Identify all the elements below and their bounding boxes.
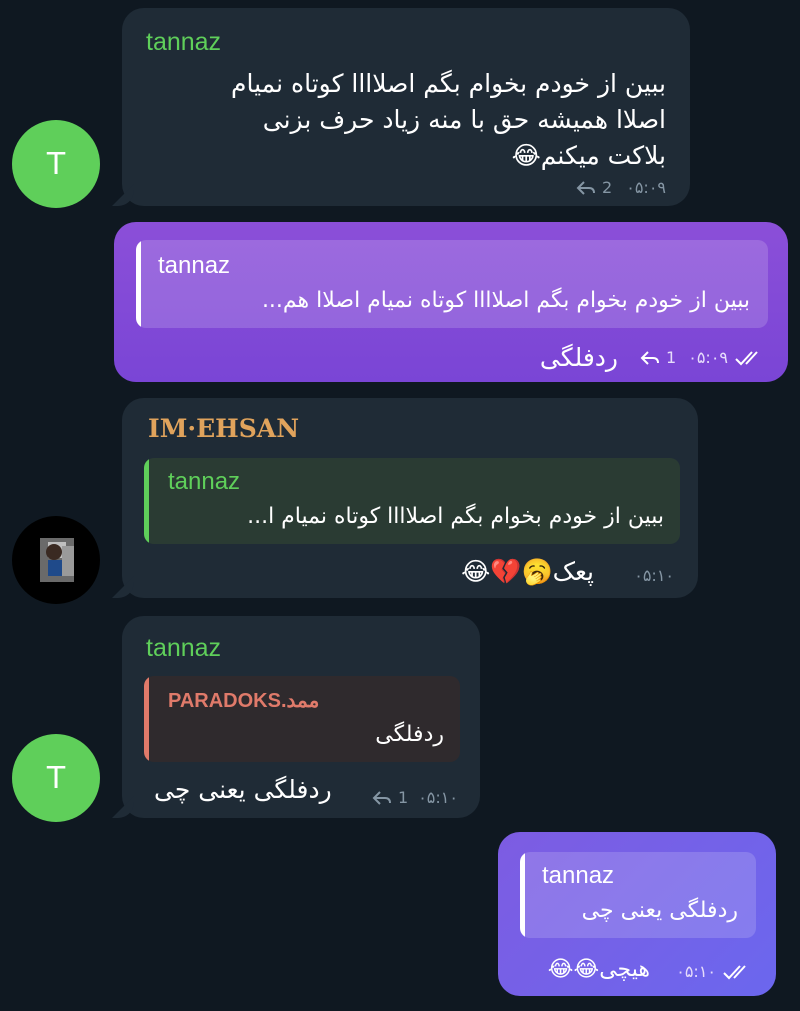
double-check-icon <box>734 350 766 366</box>
reply-icon[interactable] <box>576 180 596 196</box>
quote-text: ردفلگی <box>375 722 444 747</box>
quote-bar <box>144 676 149 762</box>
reply-count[interactable]: 1 <box>398 788 408 807</box>
message-text-line: بلاکت میکنم😂 <box>511 141 666 170</box>
message-time: ۰۵:۰۹ <box>626 178 666 197</box>
message-bubble-incoming[interactable]: tannaz ببین از خودم بخوام بگم اصلاااا کو… <box>122 8 690 206</box>
message-text: هیچی😂😂 <box>547 957 650 982</box>
sender-name[interactable]: tannaz <box>146 634 221 663</box>
quote-bar <box>520 852 525 938</box>
message-time: ۰۵:۱۰ <box>676 962 716 981</box>
message-time: ۰۵:۱۰ <box>634 566 674 585</box>
reply-quote[interactable]: tannaz ردفلگی یعنی چی <box>520 852 756 938</box>
avatar-tannaz[interactable]: T <box>12 734 100 822</box>
message-bubble-incoming[interactable]: IM·EHSAN tannaz ببین از خودم بخوام بگم ا… <box>122 398 698 598</box>
double-check-icon <box>722 964 754 980</box>
message-time: ۰۵:۱۰ <box>418 788 458 807</box>
message-meta: ۰۵:۱۰ <box>634 566 674 585</box>
quote-sender: PARADOKS.ممد <box>168 690 320 712</box>
message-bubble-incoming[interactable]: tannaz PARADOKS.ممد ردفلگی ردفلگی یعنی چ… <box>122 616 480 818</box>
quote-sender: tannaz <box>158 252 231 279</box>
message-meta: 2 ۰۵:۰۹ <box>576 178 666 197</box>
sender-name[interactable]: tannaz <box>146 28 221 57</box>
reply-quote[interactable]: tannaz ببین از خودم بخوام بگم اصلاااا کو… <box>136 240 768 328</box>
reply-quote[interactable]: PARADOKS.ممد ردفلگی <box>144 676 460 762</box>
avatar-photo-icon <box>40 538 74 582</box>
avatar-tannaz[interactable]: T <box>12 120 100 208</box>
reply-icon[interactable] <box>372 790 392 806</box>
reply-count[interactable]: 2 <box>602 178 612 197</box>
reply-quote[interactable]: tannaz ببین از خودم بخوام بگم اصلاااا کو… <box>144 458 680 544</box>
quote-text: ببین از خودم بخوام بگم اصلاااا کوتاه نمی… <box>247 504 664 529</box>
avatar-imehsan[interactable] <box>12 516 100 604</box>
message-text-line: اصلاا همیشه حق با منه زیاد حرف بزنی <box>262 105 666 134</box>
reply-icon[interactable] <box>640 350 660 366</box>
quote-bar <box>136 240 141 328</box>
message-bubble-outgoing[interactable]: tannaz ببین از خودم بخوام بگم اصلاااا کو… <box>114 222 788 382</box>
message-text: پعک🥱💔😂 <box>461 557 594 586</box>
message-time: ۰۵:۰۹ <box>688 348 728 367</box>
reply-count[interactable]: 1 <box>666 348 676 367</box>
avatar-letter: T <box>46 760 66 796</box>
message-bubble-outgoing[interactable]: tannaz ردفلگی یعنی چی هیچی😂😂 ۰۵:۱۰ <box>498 832 776 996</box>
message-meta: 1 ۰۵:۰۹ <box>640 348 766 367</box>
sender-name[interactable]: IM·EHSAN <box>148 414 299 443</box>
quote-bar <box>144 458 149 544</box>
message-text: ردفلگی <box>539 343 618 372</box>
message-text-line: ببین از خودم بخوام بگم اصلاااا کوتاه نمی… <box>230 69 666 98</box>
message-text: ردفلگی یعنی چی <box>154 775 332 804</box>
message-meta: ۰۵:۱۰ <box>676 962 754 981</box>
quote-text: ردفلگی یعنی چی <box>581 898 738 923</box>
quote-sender: tannaz <box>542 862 615 889</box>
quote-text: ببین از خودم بخوام بگم اصلاااا کوتاه نمی… <box>261 288 750 313</box>
quote-sender: tannaz <box>168 468 241 495</box>
message-meta: 1 ۰۵:۱۰ <box>372 788 458 807</box>
avatar-letter: T <box>46 146 66 182</box>
